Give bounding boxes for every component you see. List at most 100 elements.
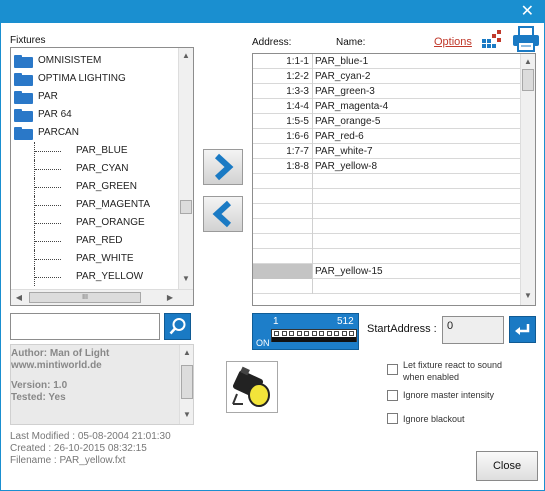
patch-row[interactable]: [253, 234, 520, 249]
patch-address-cell: 1:6-6: [253, 129, 313, 144]
grid-layout-button[interactable]: [481, 29, 505, 49]
patch-list[interactable]: 1:1-1 PAR_blue-1 1:2-2 PAR_cyan-2 1:3-3 PAR_g…: [252, 53, 536, 306]
patch-address-cell-empty: [253, 234, 313, 249]
tree-fixture-item[interactable]: PAR_MAGENTA: [11, 196, 176, 214]
patch-row[interactable]: [253, 189, 520, 204]
start-address-input[interactable]: 0: [442, 316, 504, 344]
scroll-left-icon[interactable]: ◀: [14, 293, 24, 303]
patch-row[interactable]: [253, 279, 520, 294]
folder-icon: [14, 127, 33, 140]
info-scrollbar[interactable]: ▲ ▼: [179, 345, 193, 424]
tree-hscroll-thumb[interactable]: III: [29, 292, 141, 303]
tree-vscroll-thumb[interactable]: [180, 200, 192, 214]
react-to-sound-label: Let fixture react to sound when enabled: [403, 359, 502, 383]
tree-fixture-item[interactable]: PAR_ORANGE: [11, 214, 176, 232]
patch-address-cell-highlight: [253, 264, 313, 279]
info-scroll-down-icon[interactable]: ▼: [182, 410, 192, 420]
patch-name-cell: PAR_white-7: [315, 146, 373, 157]
tree-folder-item[interactable]: OMNISISTEM: [11, 52, 176, 70]
patch-list-scrollbar[interactable]: ▲ ▼: [520, 54, 535, 305]
name-column-header: Name:: [336, 37, 366, 48]
patch-row[interactable]: 1:3-3 PAR_green-3: [253, 84, 520, 99]
tree-branch-line: [35, 277, 61, 278]
patch-row[interactable]: 1:7-7 PAR_white-7: [253, 144, 520, 159]
fixture-search-input[interactable]: [10, 313, 160, 340]
close-button[interactable]: Close: [476, 451, 538, 481]
patch-name-cell: PAR_red-6: [315, 131, 364, 142]
patch-address-cell-empty: [253, 189, 313, 204]
dmx-channel-segment: [311, 331, 317, 336]
tree-fixture-label: PAR_ORANGE: [76, 217, 145, 228]
tree-branch-line: [35, 187, 61, 188]
tree-folder-item[interactable]: OPTIMA LIGHTING: [11, 70, 176, 88]
fixture-tree[interactable]: OMNISISTEM OPTIMA LIGHTING PAR PAR 64 PARCAN…: [10, 47, 194, 306]
patch-address-cell-empty: [253, 249, 313, 264]
patch-name-cell: PAR_cyan-2: [315, 71, 371, 82]
tree-fixture-item[interactable]: PAR_GREEN: [11, 178, 176, 196]
tree-vertical-scrollbar[interactable]: ▲ ▼: [178, 48, 193, 289]
patch-row[interactable]: 1:1-1 PAR_blue-1: [253, 54, 520, 69]
ignore-master-intensity-checkbox[interactable]: [387, 390, 398, 401]
folder-icon: [14, 73, 33, 86]
add-fixture-button[interactable]: [203, 149, 243, 185]
tree-fixture-item[interactable]: PAR_BLUE: [11, 142, 176, 160]
enter-icon: [515, 324, 530, 335]
dmx-channel-segment: [296, 331, 302, 336]
tree-branch-line: [35, 151, 61, 152]
patch-scroll-up-icon[interactable]: ▲: [523, 57, 533, 67]
scroll-down-icon[interactable]: ▼: [181, 274, 191, 284]
tree-fixture-label: PAR_GREEN: [76, 181, 137, 192]
print-button[interactable]: [512, 26, 540, 52]
tree-branch-line: [35, 205, 61, 206]
fixtures-label: Fixtures: [10, 35, 46, 46]
tree-branch-line: [35, 241, 61, 242]
patch-row[interactable]: [253, 219, 520, 234]
close-window-icon[interactable]: ✕: [521, 3, 534, 21]
scroll-right-icon[interactable]: ▶: [165, 293, 175, 303]
patch-name-cell: PAR_magenta-4: [315, 101, 389, 112]
search-button[interactable]: [164, 313, 191, 340]
patch-name-cell: PAR_orange-5: [315, 116, 381, 127]
title-bar: ✕: [1, 1, 544, 23]
patch-row[interactable]: [253, 249, 520, 264]
apply-start-address-button[interactable]: [509, 316, 536, 343]
patch-row[interactable]: 1:8-8 PAR_yellow-8: [253, 159, 520, 174]
patch-scroll-thumb[interactable]: [522, 69, 534, 91]
tree-fixture-item[interactable]: PAR_WHITE: [11, 250, 176, 268]
patch-row[interactable]: 1:6-6 PAR_red-6: [253, 129, 520, 144]
chevron-left-icon: [212, 200, 232, 228]
patch-scroll-down-icon[interactable]: ▼: [523, 291, 533, 301]
tree-fixture-item[interactable]: PAR_CYAN: [11, 160, 176, 178]
patch-row[interactable]: PAR_yellow-15: [253, 264, 520, 279]
tested-text: Tested: Yes: [11, 392, 66, 403]
options-link[interactable]: Options: [434, 36, 472, 48]
patch-name-cell: PAR_blue-1: [315, 56, 369, 67]
last-modified-text: Last Modified : 05-08-2004 21:01:30: [10, 431, 171, 442]
tree-fixture-label: PAR_YELLOW: [76, 271, 144, 282]
patch-row[interactable]: [253, 204, 520, 219]
info-scroll-thumb[interactable]: [181, 365, 193, 399]
tree-folder-item[interactable]: PARCAN: [11, 124, 176, 142]
info-scroll-up-icon[interactable]: ▲: [182, 348, 192, 358]
tree-fixture-item[interactable]: PAR_RED: [11, 232, 176, 250]
patch-row[interactable]: 1:5-5 PAR_orange-5: [253, 114, 520, 129]
tree-folder-label: OPTIMA LIGHTING: [38, 73, 126, 84]
tree-fixture-item[interactable]: PAR_YELLOW: [11, 268, 176, 286]
tree-folder-item[interactable]: PAR 64: [11, 106, 176, 124]
tree-horizontal-scrollbar[interactable]: ◀ III ▶: [11, 289, 193, 305]
ignore-blackout-checkbox[interactable]: [387, 413, 398, 424]
dmx-channel-segment: [289, 331, 294, 336]
react-to-sound-checkbox[interactable]: [387, 364, 398, 375]
remove-fixture-button[interactable]: [203, 196, 243, 232]
fixture-patch-window: ✕ Fixtures OMNISISTEM OPTIMA LIGHTING PAR P…: [0, 0, 545, 491]
tree-folder-item[interactable]: PAR: [11, 88, 176, 106]
tree-folder-label: OMNISISTEM: [38, 55, 102, 66]
patch-row[interactable]: 1:4-4 PAR_magenta-4: [253, 99, 520, 114]
patch-row[interactable]: [253, 174, 520, 189]
patch-row[interactable]: 1:2-2 PAR_cyan-2: [253, 69, 520, 84]
dmx-universe-indicator: 1 512 ON: [252, 313, 359, 350]
tree-fixture-label: PAR_BLUE: [76, 145, 128, 156]
tree-folder-label: PARCAN: [38, 127, 79, 138]
scroll-up-icon[interactable]: ▲: [181, 51, 191, 61]
par-can-icon: [232, 366, 270, 407]
